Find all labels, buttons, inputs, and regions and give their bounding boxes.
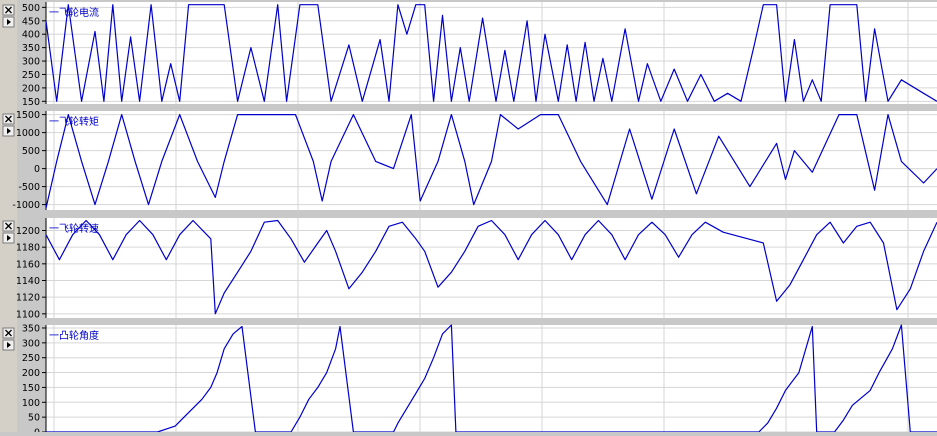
cam-angle-trend-panel: 0 50 100 150 200 250 300 350 一凸轮角度: [2, 323, 937, 436]
y-tick-label: 250: [22, 70, 40, 81]
y-tick-label: 1180: [16, 243, 40, 254]
y-tick-label: 500: [22, 3, 40, 14]
y-tick-label: 500: [22, 146, 40, 157]
current-trend-panel: 150 200 250 300 350 400 450 500 一飞轮电流: [2, 2, 937, 108]
series-legend: 一飞轮转矩: [49, 115, 99, 128]
series-legend: 一飞轮电流: [49, 6, 99, 19]
expand-panel-button[interactable]: [2, 339, 15, 351]
y-tick-label: 1160: [16, 259, 40, 270]
y-tick-label: 100: [22, 398, 40, 409]
expand-panel-button[interactable]: [2, 232, 15, 244]
close-panel-button[interactable]: [2, 220, 15, 232]
speed-trend-panel: 1100 1120 1140 1160 1180 1200 一飞轮转速: [2, 218, 937, 320]
plot-area: [46, 325, 937, 432]
plot-area: [46, 2, 937, 104]
y-tick-label: 350: [22, 323, 40, 334]
y-tick-label: -1000: [12, 200, 40, 211]
close-panel-button[interactable]: [2, 4, 15, 16]
y-tick-label: 250: [22, 353, 40, 364]
expand-panel-button[interactable]: [2, 16, 15, 28]
y-tick-label: 0: [34, 164, 40, 175]
plot-area: [46, 218, 937, 318]
y-tick-label: 200: [22, 83, 40, 94]
y-tick-label: 300: [22, 57, 40, 68]
y-tick-label: 1200: [16, 226, 40, 237]
expand-panel-button[interactable]: [2, 125, 15, 137]
y-tick-label: 50: [28, 413, 40, 424]
y-tick-label: 450: [22, 16, 40, 27]
torque-trend-panel: -1000 -500 0 500 1000 1500 一飞轮转矩: [2, 110, 937, 211]
close-panel-button[interactable]: [2, 327, 15, 339]
y-tick-label: 1120: [16, 293, 40, 304]
y-tick-label: 1100: [16, 309, 40, 320]
series-legend: 一凸轮角度: [49, 329, 99, 342]
y-tick-label: 1500: [16, 110, 40, 121]
y-tick-label: 200: [22, 368, 40, 379]
close-panel-button[interactable]: [2, 113, 15, 125]
y-tick-label: 350: [22, 43, 40, 54]
left-toolbar: [0, 0, 17, 432]
y-tick-label: 0: [34, 428, 40, 433]
y-tick-label: 1140: [16, 276, 40, 287]
y-tick-label: 150: [22, 97, 40, 108]
y-tick-label: 1000: [16, 128, 40, 139]
y-tick-label: -500: [18, 182, 40, 193]
y-tick-label: 400: [22, 30, 40, 41]
y-tick-label: 300: [22, 338, 40, 349]
y-tick-label: 150: [22, 383, 40, 394]
trend-chart: 150200250300350400450500 一飞轮电流-1000-50005…: [0, 0, 937, 436]
series-legend: 一飞轮转速: [49, 222, 99, 235]
trend-viewer: 150 200 250 300 350 400 450 500 一飞轮电流 -1000 -500 0 5…: [0, 0, 937, 436]
